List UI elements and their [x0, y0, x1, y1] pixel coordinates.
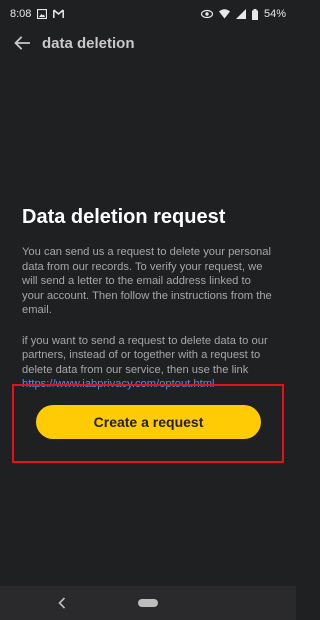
app-bar: data deletion — [0, 28, 296, 58]
partners-paragraph: if you want to send a request to delete … — [22, 334, 274, 392]
status-bar: 8:08 54% — [0, 0, 296, 28]
signal-icon — [235, 9, 246, 19]
arrow-left-icon — [14, 36, 30, 50]
back-button[interactable] — [4, 28, 40, 58]
page-title: data deletion — [42, 34, 135, 52]
system-nav-bar — [0, 586, 296, 620]
battery-icon — [251, 8, 258, 20]
partners-text: if you want to send a request to delete … — [22, 334, 268, 376]
wifi-icon — [218, 9, 230, 19]
status-time: 8:08 — [10, 8, 32, 20]
description-paragraph: You can send us a request to delete your… — [22, 246, 272, 316]
image-notification-icon — [37, 9, 48, 19]
gmail-icon — [53, 9, 65, 19]
create-request-label: Create a request — [93, 414, 204, 430]
section-heading: Data deletion request — [22, 206, 226, 228]
nav-back-icon[interactable] — [55, 596, 69, 610]
create-request-button[interactable]: Create a request — [36, 405, 261, 439]
eye-icon — [200, 9, 213, 19]
status-right: 54% — [200, 8, 286, 20]
nav-home-pill-icon[interactable] — [138, 599, 158, 607]
battery-percent: 54% — [263, 8, 286, 20]
main-content: Data deletion request You can send us a … — [22, 206, 274, 408]
status-left: 8:08 — [10, 8, 65, 20]
